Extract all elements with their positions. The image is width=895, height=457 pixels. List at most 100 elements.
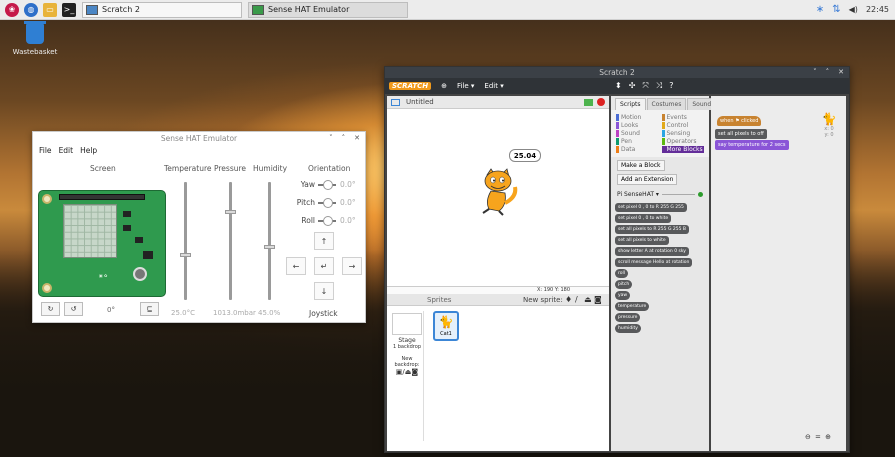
- cat-thumbnail-icon: 🐈: [821, 112, 837, 126]
- duplicate-icon[interactable]: ⬍: [615, 81, 622, 91]
- pressure-slider[interactable]: [225, 182, 236, 300]
- humidity-slider-knob[interactable]: [264, 245, 275, 249]
- delete-icon[interactable]: ✣: [629, 81, 636, 91]
- block-set-all-pixels-color[interactable]: set all pixels to white: [615, 236, 669, 245]
- close-icon[interactable]: ✕: [838, 67, 844, 78]
- paint-sprite-icon[interactable]: /: [575, 295, 578, 304]
- current-sprite-info: 🐈 x: 0 y: 0: [820, 112, 838, 138]
- minimize-icon[interactable]: ˅: [813, 67, 817, 78]
- file-manager-icon[interactable]: ▭: [43, 2, 57, 17]
- rotate-left-button[interactable]: ↻: [41, 302, 60, 316]
- reporter-roll[interactable]: roll: [615, 269, 629, 278]
- say-block[interactable]: say temperature for 2 secs: [715, 140, 789, 150]
- joystick-up-button[interactable]: ↑: [314, 232, 334, 250]
- roll-value: 0.0°: [340, 216, 356, 225]
- browser-icon[interactable]: ◍: [24, 2, 38, 17]
- stage-thumbnail[interactable]: Stage 1 backdrop New backdrop: ▣/⏏◙: [391, 311, 424, 441]
- sprite-library-icon[interactable]: ♦: [565, 295, 572, 304]
- add-extension-button[interactable]: Add an Extension: [617, 174, 678, 185]
- flip-button[interactable]: ⊑: [140, 302, 159, 316]
- help-icon[interactable]: ?: [669, 81, 673, 91]
- menu-edit[interactable]: Edit: [59, 146, 74, 155]
- green-flag-icon[interactable]: [584, 98, 593, 106]
- upload-sprite-icon[interactable]: ⏏: [584, 295, 592, 304]
- wastebasket[interactable]: Wastebasket: [9, 21, 61, 56]
- extension-name[interactable]: Pi SenseHAT ▾: [617, 191, 659, 198]
- cat-sprite-icon[interactable]: [477, 167, 521, 217]
- when-flag-clicked-block[interactable]: when ⚑ clicked: [717, 116, 762, 126]
- reporter-humidity[interactable]: humidity: [615, 324, 641, 333]
- task-sense-hat[interactable]: Sense HAT Emulator: [248, 1, 408, 18]
- category-control[interactable]: Control: [661, 122, 705, 129]
- category-motion[interactable]: Motion: [616, 114, 659, 121]
- language-icon[interactable]: ⊕: [441, 82, 447, 90]
- backdrop-tools-icon[interactable]: ▣/⏏◙: [391, 368, 423, 376]
- category-sensing[interactable]: Sensing: [661, 130, 705, 137]
- blocks-palette: Scripts Costumes Sounds Motion Events Lo…: [611, 96, 720, 451]
- menu-file[interactable]: File: [39, 146, 52, 155]
- stage-preview: [392, 313, 422, 335]
- window-titlebar[interactable]: Scratch 2 ˅ ˄ ✕: [385, 67, 849, 78]
- menu-help[interactable]: Help: [80, 146, 97, 155]
- category-events[interactable]: Events: [661, 114, 705, 121]
- stage[interactable]: 25.04: [387, 109, 609, 287]
- clock[interactable]: 22:45: [866, 5, 889, 14]
- sprite-thumbnail[interactable]: 🐈 Cat1: [433, 311, 459, 341]
- minimize-icon[interactable]: ˅: [329, 132, 333, 145]
- menu-edit[interactable]: Edit ▾: [484, 82, 503, 90]
- tab-scripts[interactable]: Scripts: [615, 98, 646, 110]
- reporter-temperature[interactable]: temperature: [615, 302, 650, 311]
- window-titlebar[interactable]: Sense HAT Emulator ˅ ˄ ✕: [33, 132, 365, 145]
- block-scroll-message[interactable]: scroll message Hello at rotation: [615, 258, 693, 267]
- shrink-icon[interactable]: ⤨: [656, 81, 662, 91]
- reporter-pitch[interactable]: pitch: [615, 280, 633, 289]
- script-area[interactable]: when ⚑ clicked set all pixels to off say…: [711, 96, 846, 451]
- block-set-pixel-rgb[interactable]: set pixel 0 , 0 to R 255 G 255: [615, 203, 687, 212]
- temperature-slider-knob[interactable]: [180, 253, 191, 257]
- task-scratch[interactable]: Scratch 2: [82, 1, 242, 18]
- grow-icon[interactable]: ⤧: [642, 81, 648, 91]
- block-set-pixel-color[interactable]: set pixel 0 , 0 to white: [615, 214, 672, 223]
- raspberry-menu-icon[interactable]: ❀: [5, 2, 19, 17]
- block-show-letter[interactable]: show letter A at rotation 0 sky: [615, 247, 689, 256]
- maximize-icon[interactable]: ˄: [826, 67, 830, 78]
- make-block-button[interactable]: Make a Block: [617, 160, 665, 171]
- reporter-pressure[interactable]: pressure: [615, 313, 641, 322]
- close-icon[interactable]: ✕: [354, 132, 360, 145]
- menu-file[interactable]: File ▾: [457, 82, 474, 90]
- yaw-value: 0.0°: [340, 180, 356, 189]
- network-icon[interactable]: ⇅: [832, 4, 840, 15]
- temperature-slider[interactable]: [180, 182, 191, 300]
- rotate-right-button[interactable]: ↺: [64, 302, 83, 316]
- camera-icon[interactable]: ◙: [594, 295, 602, 304]
- category-more-blocks[interactable]: More Blocks: [661, 146, 704, 153]
- yaw-slider[interactable]: [318, 179, 336, 190]
- category-sound[interactable]: Sound: [616, 130, 659, 137]
- fullscreen-icon[interactable]: [391, 98, 400, 106]
- new-backdrop-label: New backdrop:: [394, 356, 420, 368]
- block-set-all-pixels-rgb[interactable]: set all pixels to R 255 G 255 B: [615, 225, 689, 234]
- bluetooth-icon[interactable]: ∗: [816, 4, 824, 15]
- tab-costumes[interactable]: Costumes: [646, 98, 687, 110]
- category-pen[interactable]: Pen: [616, 138, 659, 145]
- maximize-icon[interactable]: ˄: [342, 132, 346, 145]
- project-name[interactable]: Untitled: [406, 98, 434, 106]
- set-all-pixels-block[interactable]: set all pixels to off: [715, 129, 767, 139]
- category-data[interactable]: Data: [616, 146, 659, 153]
- terminal-icon[interactable]: >_: [62, 2, 76, 17]
- category-looks[interactable]: Looks: [616, 122, 659, 129]
- stop-icon[interactable]: [597, 98, 605, 106]
- joystick-down-button[interactable]: ↓: [314, 282, 334, 300]
- humidity-slider[interactable]: [264, 182, 275, 300]
- reporter-yaw[interactable]: yaw: [615, 291, 631, 300]
- category-operators[interactable]: Operators: [661, 138, 705, 145]
- sensor-chip: [123, 225, 131, 231]
- volume-icon[interactable]: ◀): [849, 5, 858, 14]
- roll-slider[interactable]: [318, 215, 336, 226]
- pressure-slider-knob[interactable]: [225, 210, 236, 214]
- joystick-left-button[interactable]: ←: [286, 257, 306, 275]
- joystick-right-button[interactable]: →: [342, 257, 362, 275]
- zoom-controls[interactable]: ⊖ = ⊕: [805, 433, 832, 441]
- joystick-enter-button[interactable]: ↵: [314, 257, 334, 275]
- pitch-slider[interactable]: [318, 197, 336, 208]
